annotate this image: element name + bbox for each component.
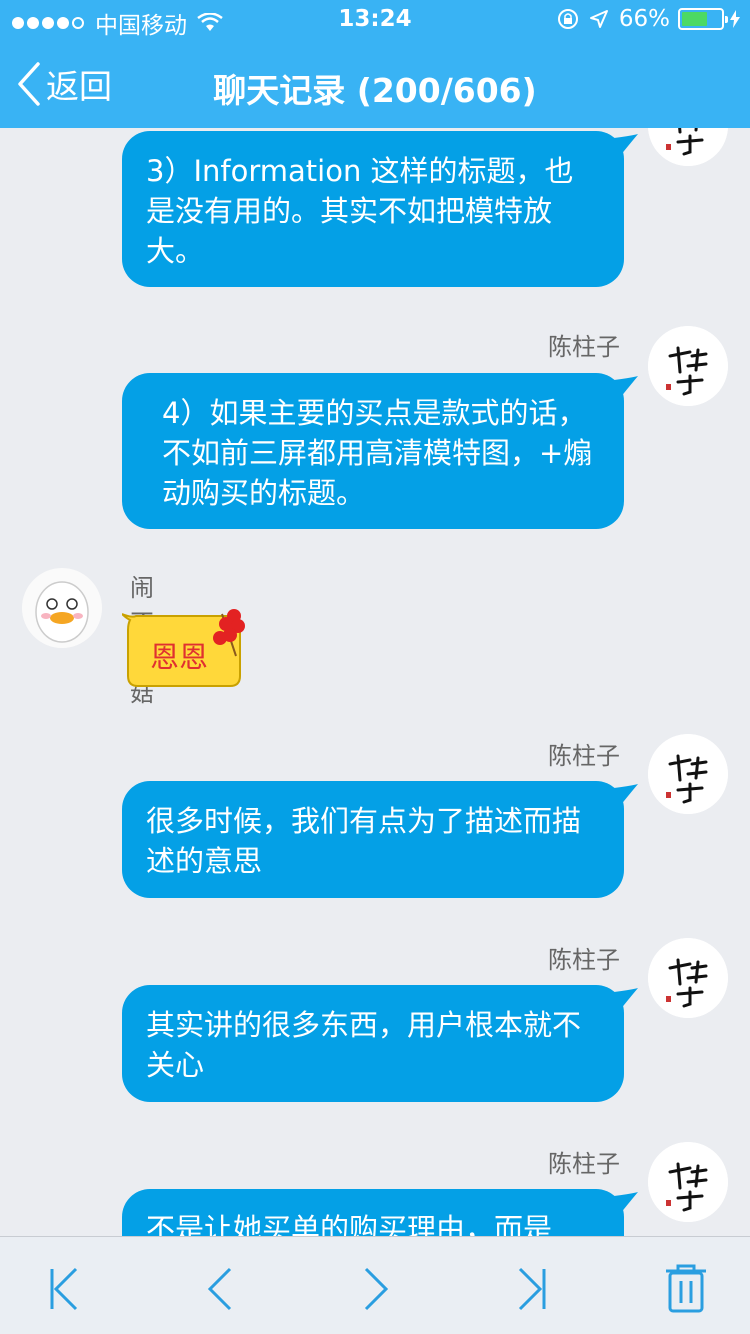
avatar[interactable] bbox=[648, 734, 728, 814]
sticker-text: 恩恩 bbox=[150, 640, 209, 674]
next-button[interactable] bbox=[346, 1259, 406, 1319]
avatar[interactable] bbox=[22, 568, 102, 648]
message-bubble[interactable]: 其实讲的很多东西，用户根本就不关心 bbox=[122, 985, 624, 1102]
sender-name: 陈柱子 bbox=[548, 1150, 620, 1178]
last-page-button[interactable] bbox=[502, 1259, 562, 1319]
prev-button[interactable] bbox=[190, 1259, 250, 1319]
page-title: 聊天记录 (200/606) bbox=[213, 71, 537, 110]
message-bubble[interactable]: 很多时候，我们有点为了描述而描述的意思 bbox=[122, 781, 624, 898]
first-page-icon bbox=[50, 1267, 78, 1311]
location-icon bbox=[589, 10, 608, 28]
avatar[interactable] bbox=[648, 326, 728, 406]
duck-avatar-icon bbox=[22, 568, 102, 648]
sender-name: 陈柱子 bbox=[548, 742, 620, 770]
prev-icon bbox=[207, 1267, 232, 1311]
bottom-toolbar bbox=[0, 1236, 750, 1334]
status-bar: 中国移动 13:24 66% bbox=[0, 0, 750, 40]
charging-icon bbox=[730, 10, 740, 28]
first-page-button[interactable] bbox=[34, 1259, 94, 1319]
last-page-icon bbox=[518, 1267, 546, 1311]
sender-name: 陈柱子 bbox=[548, 946, 620, 974]
battery-icon bbox=[678, 8, 728, 30]
battery-percent: 66% bbox=[618, 6, 670, 32]
avatar[interactable] bbox=[648, 1142, 728, 1222]
next-icon bbox=[364, 1267, 389, 1311]
rotation-lock-icon bbox=[557, 9, 578, 29]
trash-icon bbox=[666, 1264, 706, 1313]
avatar[interactable] bbox=[648, 938, 728, 1018]
sticker-bubble[interactable]: 恩恩 bbox=[122, 608, 246, 692]
delete-button[interactable] bbox=[656, 1259, 716, 1319]
message-bubble[interactable]: 3）Information 这样的标题，也是没有用的。其实不如把模特放大。 bbox=[122, 131, 624, 287]
message-bubble[interactable]: 4）如果主要的买点是款式的话，不如前三屏都用高清模特图，+煽动购买的标题。 bbox=[122, 373, 624, 529]
sender-name: 陈柱子 bbox=[548, 333, 620, 361]
header: 中国移动 13:24 66% 返回 聊天记录 (200/606) bbox=[0, 0, 750, 128]
